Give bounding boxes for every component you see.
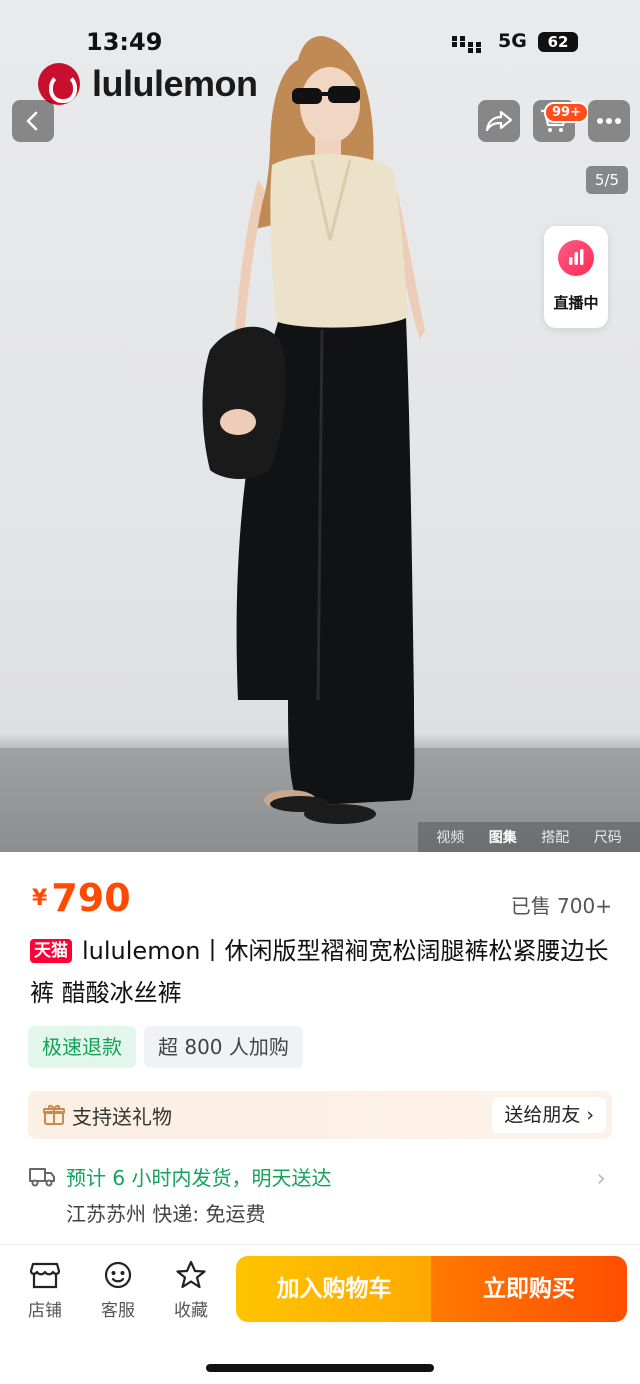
price-value: 790	[51, 876, 131, 920]
price: ¥790	[32, 876, 131, 920]
product-image-gallery[interactable]: 13:49 5G 62 lululemon 99+ 5/5 直播中 视频 图集 …	[0, 0, 640, 852]
share-button[interactable]	[478, 100, 520, 142]
buy-now-button[interactable]: 立即购买	[431, 1256, 627, 1322]
bottom-action-bar: 店铺 客服 收藏 加入购物车 立即购买	[0, 1246, 640, 1336]
send-to-friend-button[interactable]: 送给朋友 ›	[492, 1097, 606, 1133]
add-to-cart-button[interactable]: 加入购物车	[236, 1256, 432, 1322]
tab-outfit[interactable]: 搭配	[541, 827, 569, 847]
store-button[interactable]: 店铺	[20, 1260, 70, 1321]
star-icon	[176, 1260, 206, 1289]
status-bar: 13:49 5G 62	[0, 28, 640, 62]
tmall-badge: 天猫	[30, 939, 72, 963]
back-icon	[26, 111, 38, 131]
service-icon	[104, 1261, 132, 1289]
product-title-text: lululemon丨休闲版型褶裥宽松阔腿裤松紧腰边长裤 醋酸冰丝裤	[30, 937, 609, 1007]
product-tags: 极速退款 超 800 人加购	[28, 1026, 303, 1068]
currency-symbol: ¥	[32, 886, 48, 911]
service-label: 客服	[101, 1301, 135, 1321]
divider	[0, 1244, 640, 1245]
live-icon	[558, 240, 594, 276]
brand-name: lululemon	[92, 63, 258, 104]
share-icon	[485, 110, 513, 132]
cart-count-badge: 99+	[544, 102, 589, 123]
shipping-origin: 江苏苏州 快递: 免运费	[66, 1202, 266, 1226]
more-button[interactable]	[588, 100, 630, 142]
tag-added-to-cart: 超 800 人加购	[144, 1026, 303, 1068]
gift-icon	[43, 1105, 65, 1125]
tab-video[interactable]: 视频	[436, 827, 464, 847]
favorite-button[interactable]: 收藏	[166, 1260, 216, 1321]
live-label: 直播中	[553, 294, 599, 312]
customer-service-button[interactable]: 客服	[93, 1260, 143, 1321]
chevron-right-icon: ›	[596, 1164, 606, 1192]
tab-size[interactable]: 尺码	[594, 827, 622, 847]
more-icon	[597, 118, 621, 124]
tag-fast-refund: 极速退款	[28, 1026, 136, 1068]
tab-gallery[interactable]: 图集	[489, 827, 517, 847]
media-tabs: 视频 图集 搭配 尺码	[418, 822, 640, 852]
store-icon	[29, 1262, 61, 1289]
store-label: 店铺	[28, 1301, 62, 1321]
delivery-estimate: 预计 6 小时内发货，明天送达	[66, 1166, 332, 1190]
shipping-row[interactable]: 预计 6 小时内发货，明天送达 江苏苏州 快递: 免运费 ›	[28, 1160, 612, 1230]
network-type: 5G	[498, 30, 527, 52]
product-title: 天猫 lululemon丨休闲版型褶裥宽松阔腿裤松紧腰边长裤 醋酸冰丝裤	[30, 930, 610, 1014]
brand-logo[interactable]: lululemon	[38, 63, 258, 105]
lululemon-logo-icon	[38, 63, 80, 105]
favorite-label: 收藏	[174, 1301, 208, 1321]
truck-icon	[29, 1168, 55, 1187]
battery-level: 62	[538, 32, 578, 52]
sold-count: 已售 700+	[510, 894, 612, 918]
gift-row[interactable]: 支持送礼物 送给朋友 ›	[28, 1091, 612, 1139]
status-time: 13:49	[86, 28, 163, 56]
image-counter: 5/5	[586, 166, 628, 194]
signal-icon	[452, 36, 481, 53]
gift-text: 支持送礼物	[72, 1105, 172, 1129]
live-stream-button[interactable]: 直播中	[544, 226, 608, 328]
home-indicator	[206, 1364, 434, 1372]
back-button[interactable]	[12, 100, 54, 142]
